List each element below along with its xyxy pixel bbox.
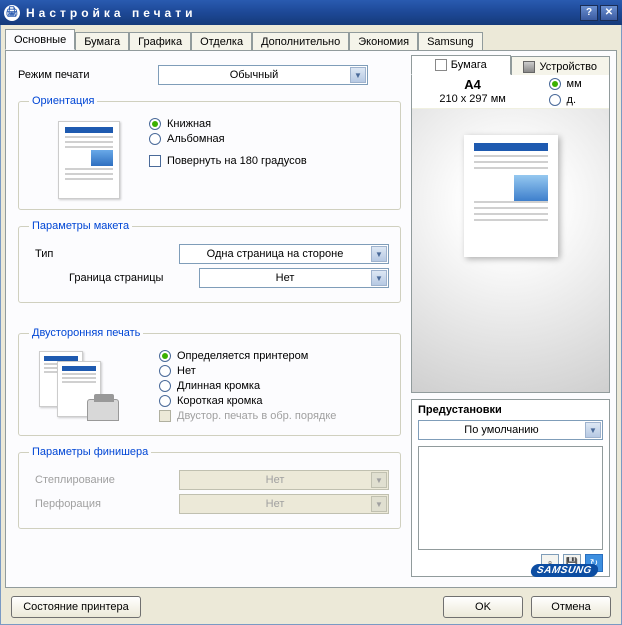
chevron-down-icon: ▼ xyxy=(371,472,387,488)
orientation-preview xyxy=(58,121,120,199)
tab-finishing[interactable]: Отделка xyxy=(191,32,252,51)
tab-advanced[interactable]: Дополнительно xyxy=(252,32,349,51)
unit-inch[interactable]: д. xyxy=(549,92,582,108)
staple-select: Нет ▼ xyxy=(179,470,389,490)
right-tab-device[interactable]: Устройство xyxy=(511,56,611,76)
presets-panel: Предустановки По умолчанию ▼ ▫ 💾 ↻ xyxy=(411,399,610,577)
tab-eco[interactable]: Экономия xyxy=(349,32,418,51)
print-mode-value: Обычный xyxy=(159,69,349,81)
duplex-group: Двусторонняя печать Определяется принтер… xyxy=(18,327,401,436)
radio-icon xyxy=(159,365,171,377)
radio-icon xyxy=(549,94,561,106)
staple-value: Нет xyxy=(180,474,370,486)
right-tab-paper[interactable]: Бумага xyxy=(411,55,511,75)
orientation-landscape[interactable]: Альбомная xyxy=(149,133,307,145)
tab-samsung[interactable]: Samsung xyxy=(418,32,482,51)
window-title: Настройка печати xyxy=(26,6,196,20)
paper-size-block: A4 210 x 297 мм xyxy=(439,78,506,106)
chevron-down-icon: ▼ xyxy=(350,67,366,83)
printer-status-button[interactable]: Состояние принтера xyxy=(11,596,141,618)
radio-icon xyxy=(159,350,171,362)
checkbox-icon xyxy=(149,155,161,167)
radio-icon xyxy=(149,133,161,145)
radio-icon xyxy=(549,78,561,90)
close-button[interactable]: ✕ xyxy=(600,5,618,21)
layout-border-label: Граница страницы xyxy=(29,272,199,284)
staple-label: Степлирование xyxy=(29,474,179,486)
finisher-legend: Параметры финишера xyxy=(29,446,151,458)
chevron-down-icon: ▼ xyxy=(371,270,387,286)
paper-preview xyxy=(464,135,558,257)
device-icon xyxy=(523,61,535,73)
presets-title: Предустановки xyxy=(418,404,603,416)
unit-mm[interactable]: мм xyxy=(549,76,582,92)
tab-paper[interactable]: Бумага xyxy=(75,32,129,51)
tab-basic[interactable]: Основные xyxy=(5,29,75,50)
orientation-portrait[interactable]: Книжная xyxy=(149,118,307,130)
duplex-short-edge[interactable]: Короткая кромка xyxy=(159,395,336,407)
title-bar: 🖨 Настройка печати ? ✕ xyxy=(0,0,622,25)
help-button[interactable]: ? xyxy=(580,5,598,21)
punch-value: Нет xyxy=(180,498,370,510)
finisher-group: Параметры финишера Степлирование Нет ▼ П… xyxy=(18,446,401,529)
cancel-button[interactable]: Отмена xyxy=(531,596,611,618)
duplex-none[interactable]: Нет xyxy=(159,365,336,377)
layout-type-label: Тип xyxy=(29,248,179,260)
duplex-long-edge[interactable]: Длинная кромка xyxy=(159,380,336,392)
main-tabs: Основные Бумага Графика Отделка Дополнит… xyxy=(5,29,617,50)
print-mode-select[interactable]: Обычный ▼ xyxy=(158,65,368,85)
duplex-auto[interactable]: Определяется принтером xyxy=(159,350,336,362)
layout-border-select[interactable]: Нет ▼ xyxy=(199,268,389,288)
dialog-footer: Состояние принтера OK Отмена xyxy=(5,590,617,618)
paper-icon xyxy=(435,59,447,71)
presets-value: По умолчанию xyxy=(419,424,584,436)
chevron-down-icon: ▼ xyxy=(371,496,387,512)
tab-graphics[interactable]: Графика xyxy=(129,32,191,51)
layout-legend: Параметры макета xyxy=(29,220,132,232)
paper-dims: 210 x 297 мм xyxy=(439,92,506,106)
radio-icon xyxy=(149,118,161,130)
orientation-rotate180[interactable]: Повернуть на 180 градусов xyxy=(149,155,307,167)
presets-select[interactable]: По умолчанию ▼ xyxy=(418,420,603,440)
orientation-group: Ориентация Книжная xyxy=(18,95,401,210)
paper-size: A4 xyxy=(439,78,506,92)
duplex-legend: Двусторонняя печать xyxy=(29,327,143,339)
chevron-down-icon: ▼ xyxy=(585,422,601,438)
presets-list[interactable] xyxy=(418,446,603,550)
radio-icon xyxy=(159,395,171,407)
duplex-reverse: Двустор. печать в обр. порядке xyxy=(159,410,336,422)
punch-label: Перфорация xyxy=(29,498,179,510)
checkbox-icon xyxy=(159,410,171,422)
right-tabs: Бумага Устройство xyxy=(411,55,610,75)
layout-border-value: Нет xyxy=(200,272,370,284)
ok-button[interactable]: OK xyxy=(443,596,523,618)
layout-type-select[interactable]: Одна страница на стороне ▼ xyxy=(179,244,389,264)
layout-type-value: Одна страница на стороне xyxy=(180,248,370,260)
paper-info-panel: A4 210 x 297 мм мм д. xyxy=(411,75,610,393)
radio-icon xyxy=(159,380,171,392)
duplex-preview xyxy=(39,351,119,421)
print-mode-label: Режим печати xyxy=(18,69,158,81)
app-icon: 🖨 xyxy=(4,5,20,21)
orientation-legend: Ориентация xyxy=(29,95,97,107)
layout-group: Параметры макета Тип Одна страница на ст… xyxy=(18,220,401,303)
punch-select: Нет ▼ xyxy=(179,494,389,514)
chevron-down-icon: ▼ xyxy=(371,246,387,262)
